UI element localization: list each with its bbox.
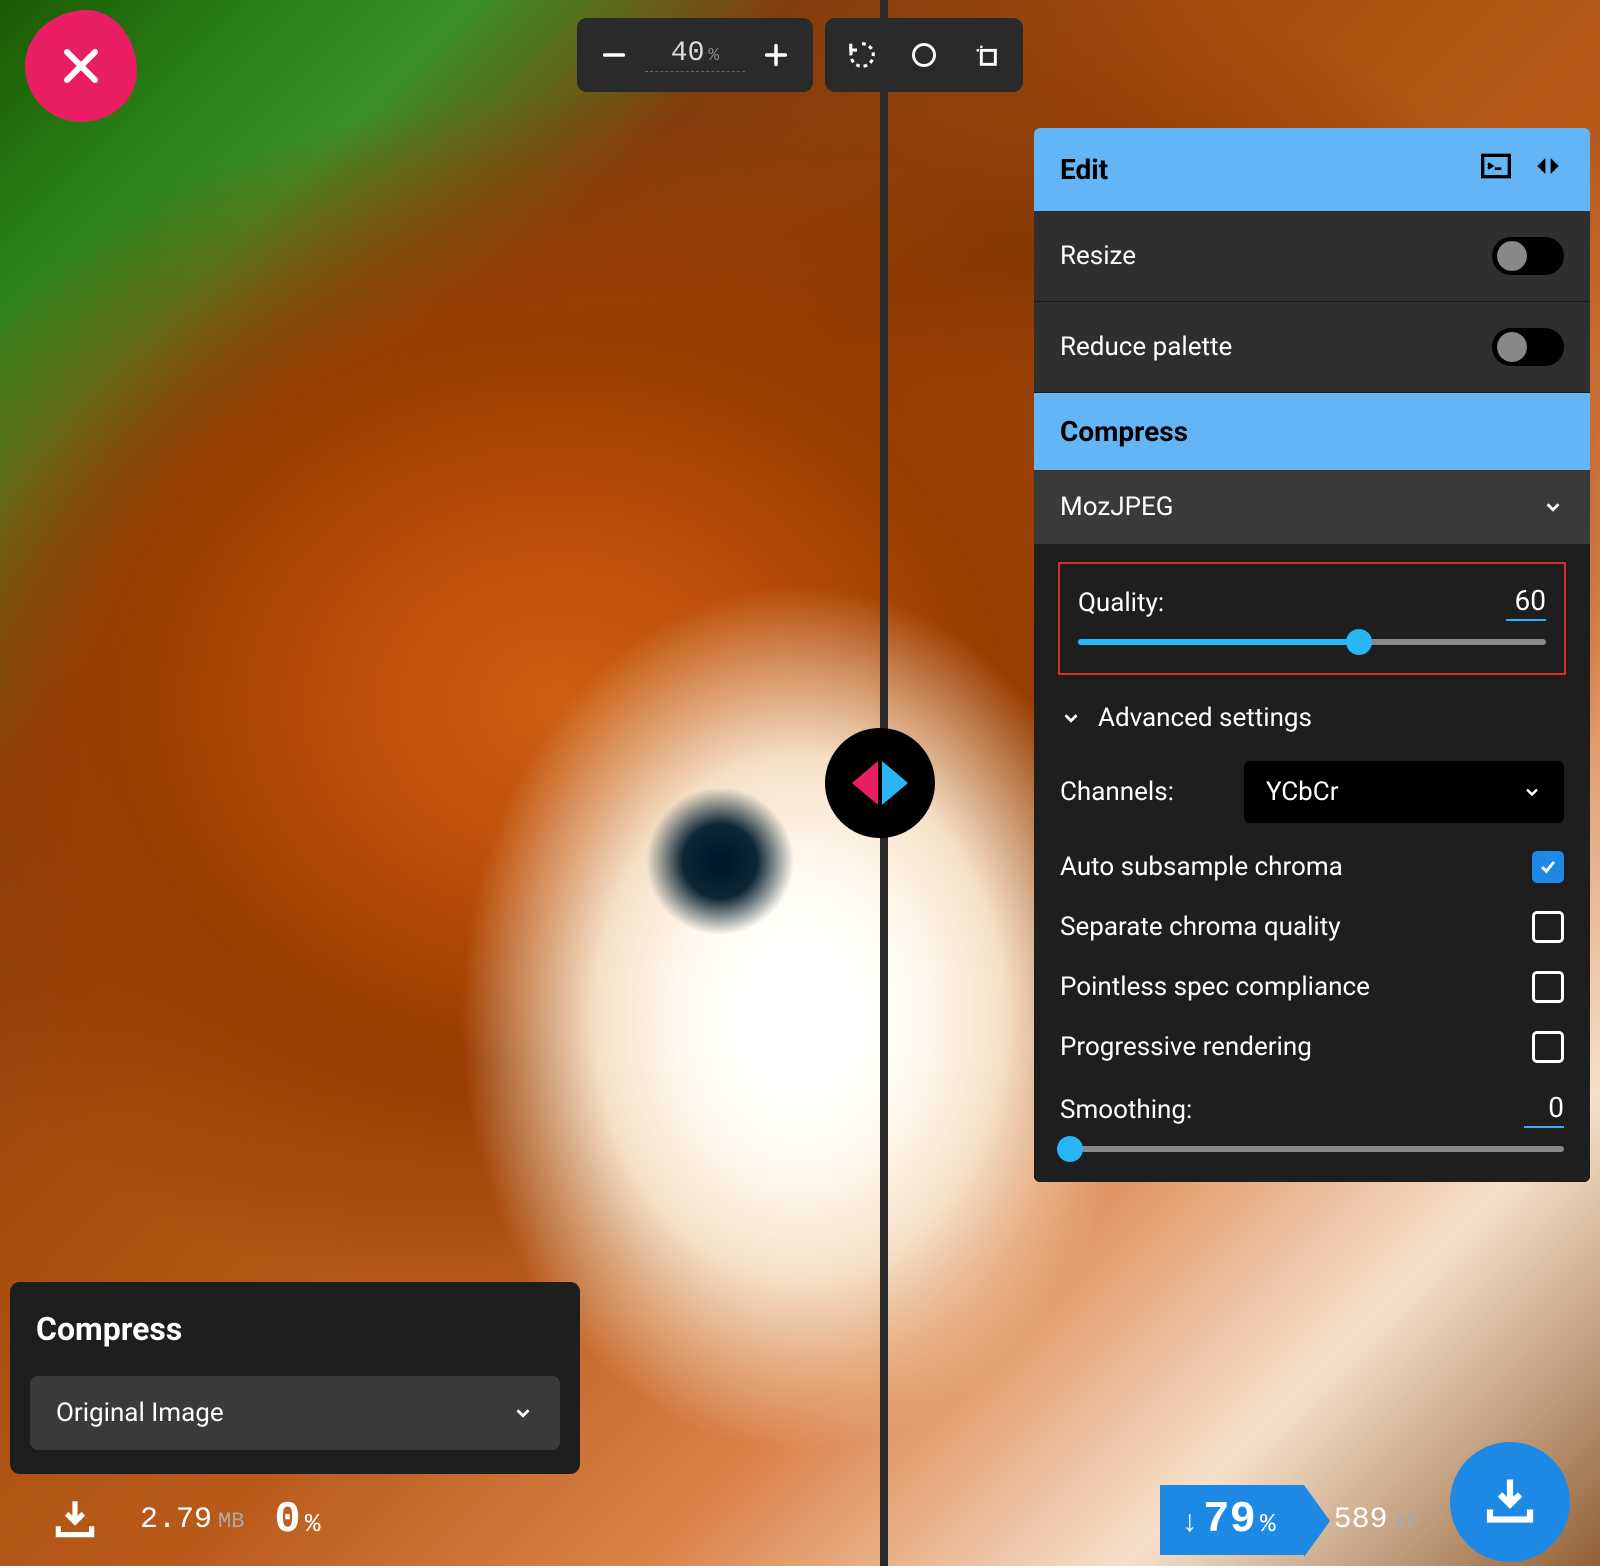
smoothing-label: Smoothing: <box>1060 1095 1192 1125</box>
left-codec-value: Original Image <box>56 1398 224 1428</box>
quality-label: Quality: <box>1078 588 1164 618</box>
background-toggle-button[interactable] <box>893 24 955 86</box>
swap-icon <box>1532 150 1564 182</box>
original-percent: 0% <box>274 1495 320 1545</box>
channels-select[interactable]: YCbCr <box>1244 761 1564 823</box>
spec-compliance-label: Pointless spec compliance <box>1060 972 1370 1002</box>
right-panel: Edit Resize Reduce palette Compress MozJ… <box>1034 128 1590 1182</box>
reduce-palette-toggle[interactable] <box>1492 328 1564 366</box>
resize-toggle[interactable] <box>1492 237 1564 275</box>
savings-percent-value: 79 <box>1203 1495 1256 1545</box>
quality-slider-thumb[interactable] <box>1346 629 1372 655</box>
download-original-button[interactable] <box>40 1487 110 1553</box>
left-compress-title: Compress <box>10 1282 580 1370</box>
advanced-settings-toggle[interactable]: Advanced settings <box>1060 703 1564 733</box>
codec-select[interactable]: MozJPEG <box>1034 470 1590 544</box>
edit-title: Edit <box>1060 153 1108 186</box>
separate-chroma-label: Separate chroma quality <box>1060 912 1341 942</box>
original-stats: 2.79MB 0% <box>40 1474 320 1566</box>
download-icon <box>50 1495 100 1545</box>
close-icon <box>57 42 105 90</box>
left-codec-select[interactable]: Original Image <box>30 1376 560 1450</box>
zoom-in-button[interactable] <box>745 24 807 86</box>
progressive-checkbox[interactable] <box>1532 1031 1564 1063</box>
auto-subsample-checkbox[interactable] <box>1532 851 1564 883</box>
edit-header: Edit <box>1034 128 1590 211</box>
channels-value: YCbCr <box>1266 777 1339 807</box>
original-size: 2.79MB <box>140 1503 244 1537</box>
zoom-unit: % <box>708 46 719 66</box>
minus-icon <box>600 41 628 69</box>
original-percent-value: 0 <box>274 1495 300 1545</box>
download-compressed-button[interactable] <box>1450 1442 1570 1562</box>
crop-icon <box>972 41 1000 69</box>
reduce-palette-label: Reduce palette <box>1060 332 1232 362</box>
separate-chroma-checkbox[interactable] <box>1532 911 1564 943</box>
chevron-down-icon <box>1522 782 1542 802</box>
quality-highlight: Quality: 60 <box>1058 562 1566 675</box>
cli-button[interactable] <box>1480 150 1512 189</box>
savings-badge: ↓ 79% <box>1160 1485 1303 1555</box>
codec-value: MozJPEG <box>1060 492 1173 522</box>
spec-compliance-row: Pointless spec compliance <box>1060 971 1564 1003</box>
chevron-down-icon <box>512 1402 534 1424</box>
compressed-size-unit: kB <box>1394 1509 1420 1534</box>
transform-group <box>825 18 1023 92</box>
compare-handle[interactable] <box>825 728 935 838</box>
compressed-size: 589kB <box>1334 1503 1420 1537</box>
terminal-icon <box>1480 150 1512 182</box>
zoom-out-button[interactable] <box>583 24 645 86</box>
crop-button[interactable] <box>955 24 1017 86</box>
left-panel: Compress Original Image <box>10 1282 580 1474</box>
zoom-number: 40 <box>671 38 705 69</box>
resize-label: Resize <box>1060 241 1136 271</box>
smoothing-slider[interactable] <box>1060 1146 1564 1152</box>
channels-row: Channels: YCbCr <box>1060 761 1564 823</box>
resize-row: Resize <box>1034 211 1590 302</box>
reduce-palette-row: Reduce palette <box>1034 302 1590 393</box>
compressed-stats: ↓ 79% 589kB <box>1160 1474 1570 1566</box>
smoothing-value[interactable]: 0 <box>1524 1091 1564 1128</box>
original-size-value: 2.79 <box>140 1503 212 1537</box>
chevron-down-icon <box>1060 707 1082 729</box>
compare-left-icon <box>852 761 878 805</box>
rotate-icon <box>847 40 877 70</box>
compressed-size-value: 589 <box>1334 1503 1388 1537</box>
channels-label: Channels: <box>1060 777 1174 807</box>
check-icon <box>1538 857 1558 877</box>
original-size-unit: MB <box>218 1509 244 1534</box>
compare-right-icon <box>882 761 908 805</box>
auto-subsample-label: Auto subsample chroma <box>1060 852 1343 882</box>
arrow-down-icon: ↓ <box>1182 1504 1197 1539</box>
compress-header: Compress <box>1034 393 1590 470</box>
swap-sides-button[interactable] <box>1532 150 1564 189</box>
smoothing-slider-thumb[interactable] <box>1057 1136 1083 1162</box>
left-compress-label: Compress <box>36 1310 182 1348</box>
separate-chroma-row: Separate chroma quality <box>1060 911 1564 943</box>
download-icon <box>1480 1472 1540 1532</box>
quality-slider[interactable] <box>1078 639 1546 645</box>
circle-icon <box>910 41 938 69</box>
progressive-label: Progressive rendering <box>1060 1032 1312 1062</box>
advanced-label: Advanced settings <box>1098 703 1312 733</box>
close-button[interactable] <box>25 10 137 122</box>
auto-subsample-row: Auto subsample chroma <box>1060 851 1564 883</box>
quality-value[interactable]: 60 <box>1506 584 1546 621</box>
progressive-row: Progressive rendering <box>1060 1031 1564 1063</box>
plus-icon <box>762 41 790 69</box>
top-toolbar: 40% <box>577 18 1023 92</box>
zoom-group: 40% <box>577 18 813 92</box>
zoom-value[interactable]: 40% <box>645 38 745 72</box>
compress-title: Compress <box>1060 415 1188 448</box>
spec-compliance-checkbox[interactable] <box>1532 971 1564 1003</box>
chevron-down-icon <box>1542 496 1564 518</box>
